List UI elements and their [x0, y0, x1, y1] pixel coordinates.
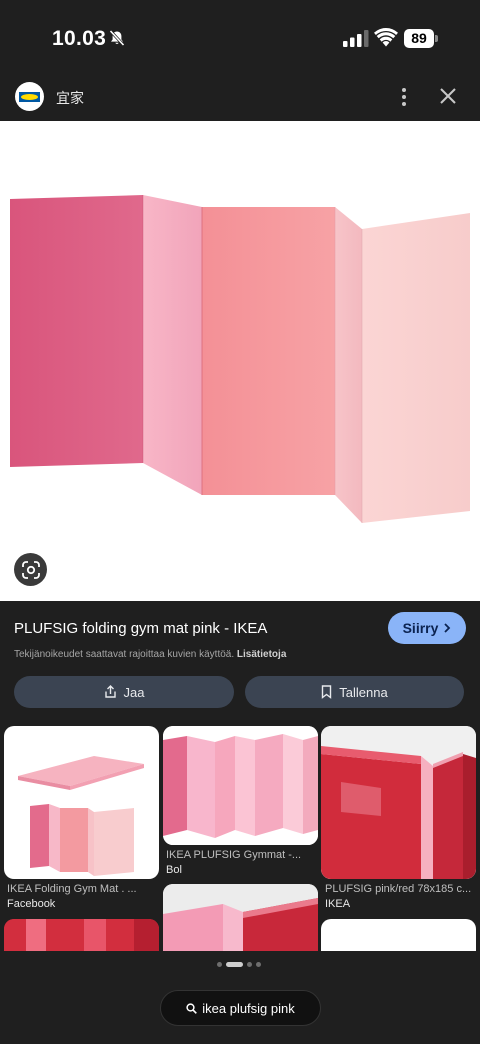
page-indicator	[217, 961, 261, 967]
main-product-image[interactable]	[0, 121, 480, 601]
related-caption-1[interactable]: IKEA Folding Gym Mat . ...	[7, 883, 157, 895]
wifi-icon	[374, 28, 398, 47]
battery-icon: 89	[404, 29, 438, 48]
related-source-2: Bol	[166, 864, 182, 876]
copyright-text: Tekijänoikeudet saattavat rajoittaa kuvi…	[14, 649, 235, 660]
site-name[interactable]: 宜家	[56, 88, 84, 108]
pink-red-mat-photo	[163, 884, 318, 951]
related-image-3[interactable]	[321, 726, 476, 879]
clock: 10.03	[52, 27, 107, 50]
bookmark-icon	[322, 685, 332, 699]
result-title[interactable]: PLUFSIG folding gym mat pink - IKEA	[14, 620, 267, 637]
flat-mat-photo	[18, 756, 144, 876]
battery-level: 89	[404, 29, 434, 48]
red-folded-mat-photo	[321, 726, 476, 879]
related-image-2[interactable]	[163, 726, 318, 845]
related-image-5[interactable]	[163, 884, 318, 951]
search-query-text: ikea plufsig pink	[202, 1000, 295, 1016]
save-label: Tallenna	[339, 684, 388, 700]
cellular-signal-icon	[343, 30, 369, 47]
search-query-chip[interactable]: ikea plufsig pink	[160, 990, 321, 1026]
related-images-grid: IKEA Folding Gym Mat . ... Facebook IKEA…	[0, 725, 480, 951]
related-image-1[interactable]	[4, 726, 159, 879]
google-lens-icon	[21, 560, 40, 579]
ikea-logo[interactable]	[15, 82, 44, 111]
visit-button[interactable]: Siirry	[388, 612, 466, 644]
share-button[interactable]: Jaa	[14, 676, 234, 708]
status-bar: 10.03 89	[0, 0, 480, 76]
chevron-right-icon	[444, 623, 451, 633]
related-image-4[interactable]	[4, 919, 159, 951]
folding-mat-illustration	[10, 195, 470, 523]
red-mat-photo	[4, 919, 159, 951]
folded-mat-photo	[163, 726, 318, 845]
learn-more-link[interactable]: Lisätietoja	[237, 649, 286, 660]
save-button[interactable]: Tallenna	[245, 676, 464, 708]
related-caption-3[interactable]: PLUFSIG pink/red 78x185 c...	[325, 883, 475, 895]
more-options-icon[interactable]	[394, 86, 414, 108]
viewer-header: 宜家	[0, 76, 480, 121]
result-info-panel: PLUFSIG folding gym mat pink - IKEA Siir…	[0, 601, 480, 725]
related-source-3: IKEA	[325, 898, 351, 910]
close-icon[interactable]	[438, 86, 458, 106]
related-image-6[interactable]	[321, 919, 476, 951]
bottom-bar: ikea plufsig pink	[0, 951, 480, 1044]
share-icon	[104, 685, 116, 698]
search-icon	[186, 1002, 198, 1014]
share-label: Jaa	[123, 684, 145, 700]
google-lens-button[interactable]	[14, 553, 47, 586]
visit-button-label: Siirry	[402, 620, 439, 636]
related-source-1: Facebook	[7, 898, 56, 910]
bell-muted-icon	[109, 29, 125, 47]
related-caption-2[interactable]: IKEA PLUFSIG Gymmat -...	[166, 849, 316, 861]
copyright-notice: Tekijänoikeudet saattavat rajoittaa kuvi…	[14, 649, 286, 660]
